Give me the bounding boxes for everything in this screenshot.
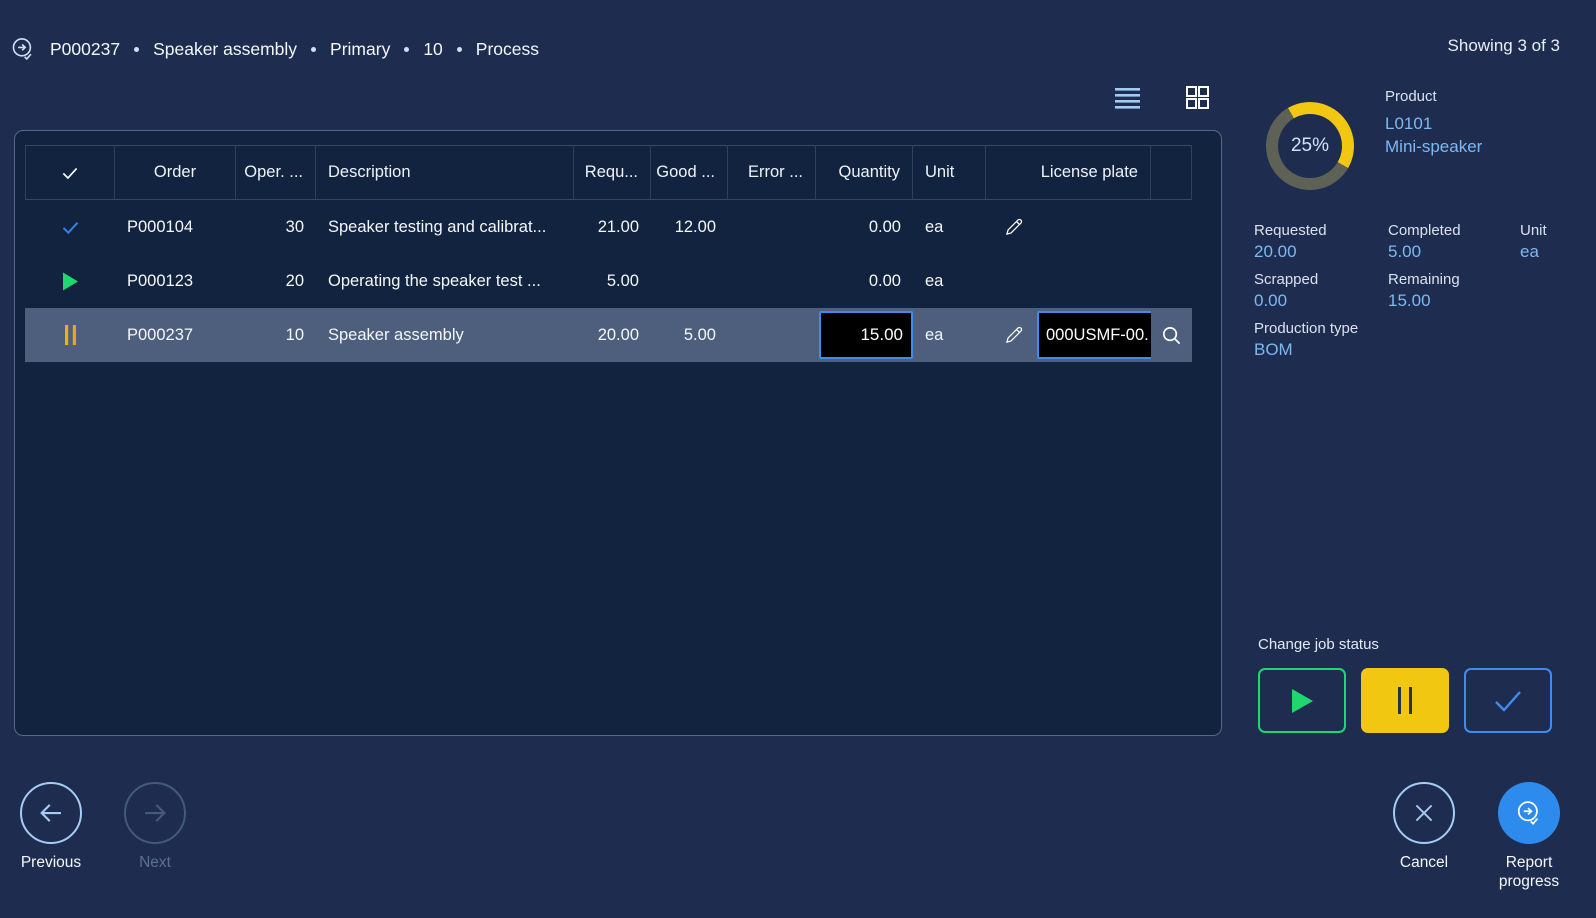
good-cell: 5.00 <box>683 325 716 344</box>
job-status-buttons <box>1258 668 1552 733</box>
license-plate-cell <box>986 311 1151 359</box>
stat-unit: Unit ea <box>1520 222 1547 261</box>
complete-job-button[interactable] <box>1464 668 1552 733</box>
table-row[interactable]: P000104 30 Speaker testing and calibrat.… <box>25 200 1192 254</box>
stat-remaining: Remaining 15.00 <box>1388 271 1460 310</box>
report-progress-button[interactable]: Report progress <box>1490 782 1568 892</box>
description-cell: Speaker testing and calibrat... <box>328 217 547 236</box>
column-header-quantity[interactable]: Quantity <box>816 145 913 200</box>
pause-job-button[interactable] <box>1361 668 1449 733</box>
start-job-button[interactable] <box>1258 668 1346 733</box>
check-icon <box>1493 688 1523 714</box>
order-cell: P000237 <box>127 325 194 344</box>
grid-view-icon[interactable] <box>1182 82 1212 112</box>
requested-cell: 5.00 <box>606 271 639 290</box>
edit-icon[interactable] <box>1004 325 1024 345</box>
quantity-input[interactable] <box>819 311 913 359</box>
select-all-header[interactable] <box>25 145 115 200</box>
pause-icon <box>1398 687 1412 714</box>
report-progress-icon <box>10 36 36 62</box>
stat-completed: Completed 5.00 <box>1388 222 1461 261</box>
order-cell: P000104 <box>127 217 194 236</box>
unit-cell: ea <box>925 325 944 344</box>
column-header-oper[interactable]: Oper. ... <box>236 145 316 200</box>
cancel-button[interactable]: Cancel <box>1385 782 1463 872</box>
breadcrumb-operation-name: Process <box>475 38 540 59</box>
license-plate-input[interactable] <box>1037 311 1151 359</box>
column-header-requested[interactable]: Requ... <box>574 145 651 200</box>
breadcrumb-separator <box>404 46 410 52</box>
stat-production-type: Production type BOM <box>1254 320 1359 359</box>
column-header-license-plate[interactable]: License plate <box>986 145 1151 200</box>
list-view-icon[interactable] <box>1112 82 1142 112</box>
quantity-cell: 0.00 <box>868 217 901 236</box>
job-stats: Requested 20.00 Completed 5.00 Unit ea S… <box>1254 222 1596 360</box>
row-actions-cell <box>1151 324 1192 347</box>
product-id[interactable]: L0101 <box>1385 114 1482 134</box>
status-paused-icon <box>25 325 115 345</box>
requested-cell: 21.00 <box>597 217 639 236</box>
jobs-list-card: Order Oper. ... Description Requ... Good… <box>14 130 1222 736</box>
breadcrumb-operation-number: 10 <box>423 38 443 59</box>
description-cell: Operating the speaker test ... <box>328 271 541 290</box>
stat-spacer <box>1520 271 1596 311</box>
table-row[interactable]: P000123 20 Operating the speaker test ..… <box>25 254 1192 308</box>
report-progress-icon <box>1498 782 1560 844</box>
oper-cell: 30 <box>285 217 304 236</box>
previous-button[interactable]: Previous <box>12 782 90 872</box>
report-progress-label: Report progress <box>1498 854 1560 891</box>
product-name: Mini-speaker <box>1385 137 1483 156</box>
unit-cell: ea <box>925 217 944 236</box>
description-cell: Speaker assembly <box>328 325 464 344</box>
column-header-description[interactable]: Description <box>316 145 574 200</box>
product-label: Product <box>1385 88 1437 105</box>
top-bar: P000237 Speaker assembly Primary 10 Proc… <box>0 0 1596 72</box>
stat-scrapped: Scrapped 0.00 <box>1254 271 1319 310</box>
oper-cell: 20 <box>285 271 304 290</box>
stat-requested: Requested 20.00 <box>1254 222 1327 261</box>
table-header-row: Order Oper. ... Description Requ... Good… <box>25 145 1192 200</box>
play-icon <box>1290 688 1314 714</box>
breadcrumb-order: P000237 <box>50 38 121 59</box>
breadcrumb-description: Speaker assembly <box>153 38 298 59</box>
view-toggles <box>1112 82 1212 112</box>
breadcrumb-separator <box>311 46 317 52</box>
change-job-status-label: Change job status <box>1258 636 1379 653</box>
next-button[interactable]: Next <box>116 782 194 872</box>
breadcrumb-separator <box>456 46 462 52</box>
progress-percent: 25% <box>1290 135 1330 156</box>
next-label: Next <box>139 854 171 871</box>
column-header-spacer <box>1151 145 1192 200</box>
search-icon[interactable] <box>1160 324 1183 347</box>
arrow-left-icon <box>20 782 82 844</box>
requested-cell: 20.00 <box>597 325 639 344</box>
breadcrumb-resource: Primary <box>330 38 391 59</box>
column-header-error[interactable]: Error ... <box>728 145 816 200</box>
product-block: Product L0101 Mini-speaker <box>1385 88 1482 157</box>
close-icon <box>1393 782 1455 844</box>
column-header-unit[interactable]: Unit <box>913 145 986 200</box>
oper-cell: 10 <box>285 325 304 344</box>
unit-cell: ea <box>925 271 944 290</box>
column-header-good[interactable]: Good ... <box>651 145 728 200</box>
status-running-icon <box>25 272 115 291</box>
license-plate-cell <box>986 217 1151 237</box>
good-cell: 12.00 <box>674 217 716 236</box>
arrow-right-icon <box>124 782 186 844</box>
breadcrumb-separator <box>134 46 140 52</box>
quantity-cell <box>816 311 913 359</box>
cancel-label: Cancel <box>1399 854 1449 871</box>
table-row-selected[interactable]: P000237 10 Speaker assembly 20.00 5.00 e… <box>25 308 1192 362</box>
status-completed-icon <box>25 217 115 238</box>
order-cell: P000123 <box>127 271 194 290</box>
quantity-cell: 0.00 <box>868 271 901 290</box>
previous-label: Previous <box>20 854 82 871</box>
showing-count: Showing 3 of 3 <box>1447 36 1560 55</box>
breadcrumb: P000237 Speaker assembly Primary 10 Proc… <box>10 36 539 62</box>
column-header-order[interactable]: Order <box>115 145 236 200</box>
jobs-table: Order Oper. ... Description Requ... Good… <box>25 145 1192 362</box>
progress-donut-chart: 25% <box>1266 102 1354 190</box>
edit-icon[interactable] <box>1004 217 1024 237</box>
